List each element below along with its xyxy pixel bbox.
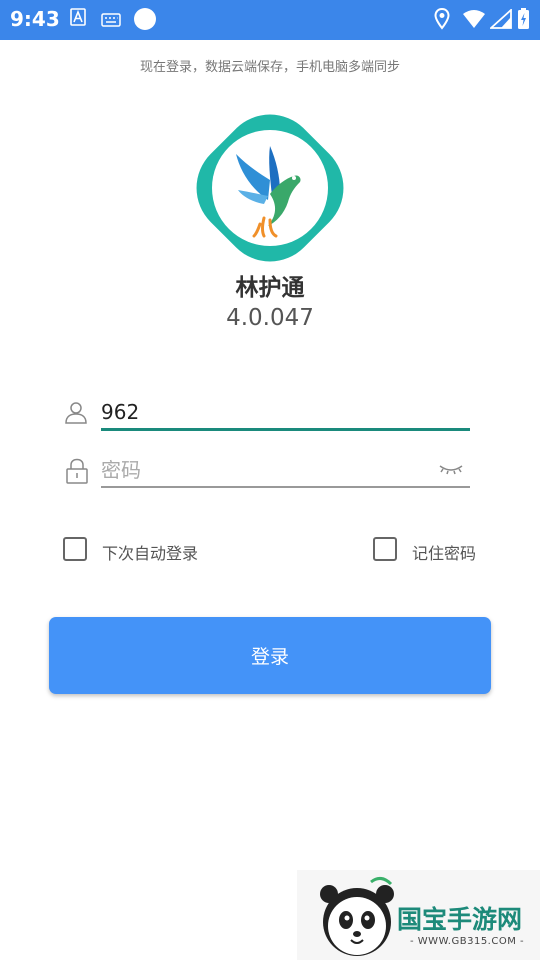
battery-icon bbox=[517, 8, 530, 34]
password-input[interactable] bbox=[101, 452, 470, 488]
username-input[interactable] bbox=[101, 394, 470, 430]
panda-mascot-icon bbox=[320, 877, 394, 956]
remember-password-label[interactable]: 记住密码 bbox=[412, 540, 476, 564]
username-underline bbox=[101, 428, 470, 431]
lock-icon bbox=[65, 458, 89, 488]
keyboard-input-icon bbox=[70, 8, 86, 30]
auto-login-label[interactable]: 下次自动登录 bbox=[102, 540, 198, 564]
bird-logo-icon bbox=[196, 114, 344, 262]
app-logo bbox=[190, 108, 350, 268]
eye-closed-icon[interactable] bbox=[439, 462, 463, 481]
remember-password-checkbox[interactable] bbox=[373, 537, 397, 561]
watermark-title: 国宝手游网 bbox=[397, 905, 523, 934]
watermark: 国宝手游网 - WWW.GB315.COM - bbox=[297, 870, 540, 960]
auto-login-checkbox[interactable] bbox=[63, 537, 87, 561]
signal-icon bbox=[488, 7, 512, 33]
watermark-url: - WWW.GB315.COM - bbox=[410, 936, 525, 947]
keyboard-icon bbox=[101, 12, 121, 31]
app-version: 4.0.047 bbox=[226, 305, 314, 331]
status-time: 9:43 bbox=[10, 7, 60, 31]
circle-icon bbox=[132, 6, 158, 36]
user-icon bbox=[64, 400, 88, 428]
password-underline bbox=[101, 486, 470, 488]
wifi-icon bbox=[462, 9, 486, 33]
status-bar: 9:43 bbox=[0, 0, 540, 40]
app-name: 林护通 bbox=[235, 275, 305, 301]
login-subtitle: 现在登录，数据云端保存，手机电脑多端同步 bbox=[139, 60, 400, 75]
login-button[interactable]: 登录 bbox=[49, 617, 491, 694]
location-icon bbox=[434, 7, 450, 34]
